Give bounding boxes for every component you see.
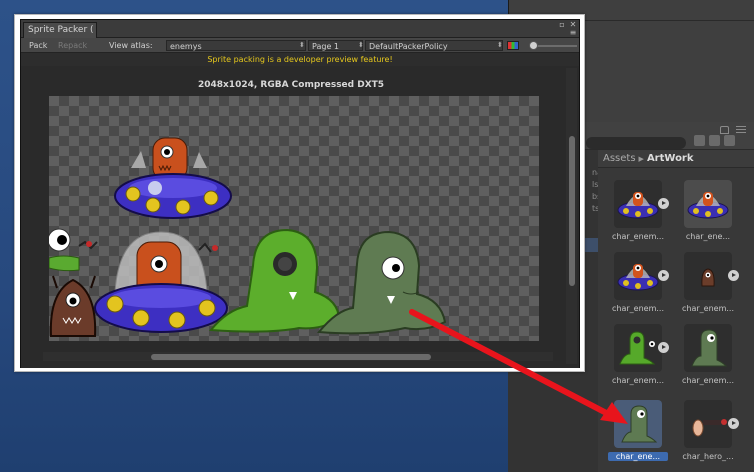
play-icon[interactable] <box>658 342 669 353</box>
play-icon[interactable] <box>658 198 669 209</box>
red-dot-sprite <box>86 241 92 247</box>
packer-toolbar: Pack Repack View atlas: enemys ⬍ Page 1 … <box>21 38 579 53</box>
color-channel-icon[interactable] <box>507 41 519 50</box>
breadcrumb-root[interactable]: Assets <box>603 153 636 164</box>
asset-label: char_ene... <box>608 452 668 461</box>
packed-sprites <box>49 137 447 337</box>
play-icon[interactable] <box>658 270 669 281</box>
asset-grid: char_enem... char_ene... char_enem... ch… <box>598 168 754 472</box>
asset-item[interactable]: char_enem... <box>678 318 738 392</box>
asset-item[interactable]: char_enem... <box>608 246 669 320</box>
breadcrumb-current[interactable]: ArtWork <box>647 153 694 164</box>
menu-icon[interactable] <box>736 126 746 134</box>
play-icon[interactable] <box>728 270 739 281</box>
asset-label: char_enem... <box>682 304 734 313</box>
lock-icon[interactable] <box>720 126 729 134</box>
view-atlas-label: View atlas: <box>109 41 153 50</box>
page-dropdown-arrow-icon[interactable]: ⬍ <box>358 40 364 51</box>
spring-sprite <box>198 242 212 253</box>
green-slime-icon <box>614 324 662 372</box>
preview-notice: Sprite packing is a developer preview fe… <box>21 53 579 66</box>
green-arm-sprite <box>49 255 80 272</box>
green-slime-sprite <box>209 228 341 333</box>
play-icon[interactable] <box>728 418 739 429</box>
ufo-monster-icon <box>684 180 732 228</box>
atlas-select[interactable]: enemys <box>166 40 306 51</box>
atlas-info: 2048x1024, RGBA Compressed DXT5 <box>197 80 385 90</box>
eyeball-sprite <box>49 228 71 252</box>
zoom-slider-track[interactable] <box>535 45 577 47</box>
red-dot-sprite <box>212 245 218 251</box>
asset-item[interactable]: char_enem... <box>608 318 669 392</box>
policy-dropdown-arrow-icon[interactable]: ⬍ <box>497 40 503 51</box>
sprite-packer-window: Sprite Packer ( ▫ ✕ ≡ Pack Repack View a… <box>20 19 580 368</box>
pack-button[interactable]: Pack <box>29 38 47 53</box>
dark-slime-icon <box>684 324 732 372</box>
hero-arm-icon <box>684 400 732 448</box>
horizontal-scroll-thumb[interactable] <box>151 354 431 360</box>
asset-item-selected[interactable]: char_ene... <box>608 394 668 468</box>
ufo-monster-icon <box>614 180 662 228</box>
asset-item[interactable]: char_ene... <box>678 174 738 248</box>
packer-policy-select[interactable]: DefaultPackerPolicy <box>365 40 503 51</box>
zoom-slider-handle[interactable] <box>529 41 538 50</box>
page-select[interactable]: Page 1 <box>308 40 363 51</box>
maximize-icon[interactable]: ▫ <box>558 21 566 29</box>
dark-slime-icon <box>614 400 662 448</box>
filter-type-icon[interactable] <box>694 135 705 146</box>
atlas-texture <box>49 96 539 341</box>
ufo-monster-icon <box>614 252 662 300</box>
window-menu-icon[interactable]: ≡ <box>569 29 577 37</box>
tab-sprite-packer[interactable]: Sprite Packer ( <box>23 22 97 38</box>
asset-label: char_enem... <box>612 232 664 241</box>
brown-monster-sprite <box>49 275 97 337</box>
window-tab-bar: Sprite Packer ( ▫ ✕ ≡ <box>21 20 579 38</box>
ufo-monster-sprite <box>114 137 232 219</box>
asset-label: char_enem... <box>682 376 734 385</box>
asset-label: char_ene... <box>685 232 731 241</box>
asset-item[interactable]: char_enem... <box>608 174 669 248</box>
asset-label: char_enem... <box>612 304 664 313</box>
filter-label-icon[interactable] <box>709 135 720 146</box>
dark-slime-sprite <box>317 230 447 335</box>
breadcrumb-arrow-icon: ▶ <box>638 155 644 163</box>
atlas-dropdown-arrow-icon[interactable]: ⬍ <box>299 40 305 51</box>
project-search-input[interactable] <box>586 137 686 149</box>
repack-button[interactable]: Repack <box>58 38 87 53</box>
asset-label: char_hero_... <box>682 452 734 461</box>
brown-monster-icon <box>684 252 732 300</box>
asset-item[interactable]: char_hero_... <box>678 394 739 468</box>
asset-item[interactable]: char_enem... <box>678 246 739 320</box>
atlas-view: 2048x1024, RGBA Compressed DXT5 <box>21 66 579 368</box>
asset-label: char_enem... <box>612 376 664 385</box>
favorite-icon[interactable] <box>724 135 735 146</box>
breadcrumb: Assets ▶ ArtWork <box>598 150 754 168</box>
vertical-scroll-thumb[interactable] <box>569 136 575 286</box>
